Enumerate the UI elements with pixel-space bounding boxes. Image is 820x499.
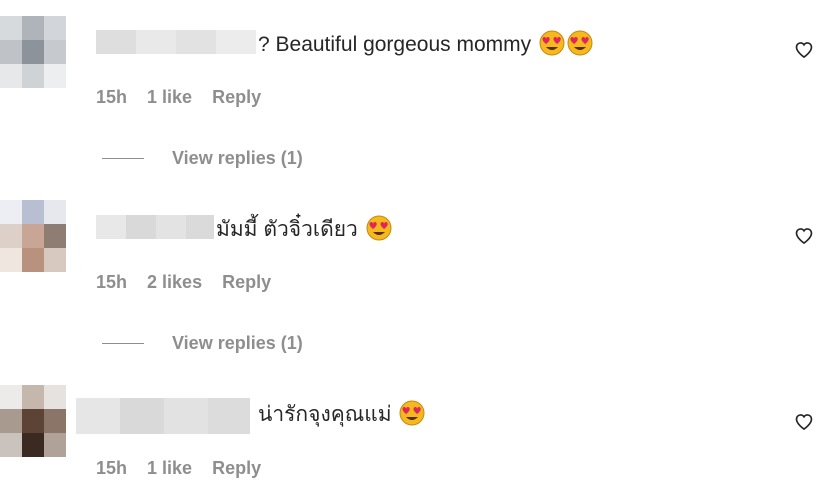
- timestamp[interactable]: 15h: [96, 458, 127, 479]
- avatar[interactable]: [0, 385, 66, 457]
- heart-outline-icon[interactable]: [794, 226, 814, 246]
- username-blurred[interactable]: [76, 398, 250, 434]
- like-count[interactable]: 1 like: [147, 458, 192, 479]
- avatar[interactable]: [0, 200, 66, 272]
- divider-line: [102, 343, 144, 344]
- comment-text: มัมมี้ ตัวจิ๋วเดียว: [216, 215, 392, 243]
- avatar[interactable]: [0, 16, 66, 88]
- comment-meta: 15h 2 likes Reply: [96, 272, 271, 293]
- reply-button[interactable]: Reply: [222, 272, 271, 293]
- view-replies-button[interactable]: View replies (1): [102, 148, 303, 169]
- reply-button[interactable]: Reply: [212, 87, 261, 108]
- heart-eyes-emoji: [366, 215, 392, 241]
- username-blurred[interactable]: [96, 215, 214, 239]
- timestamp[interactable]: 15h: [96, 272, 127, 293]
- heart-eyes-emoji: [399, 400, 425, 426]
- timestamp[interactable]: 15h: [96, 87, 127, 108]
- view-replies-button[interactable]: View replies (1): [102, 333, 303, 354]
- like-count[interactable]: 1 like: [147, 87, 192, 108]
- comment-body: ? Beautiful gorgeous mommy: [258, 33, 532, 56]
- comment-meta: 15h 1 like Reply: [96, 458, 261, 479]
- heart-eyes-emoji: [539, 30, 565, 56]
- view-replies-label: View replies (1): [172, 148, 303, 168]
- heart-eyes-emoji: [567, 30, 593, 56]
- like-count[interactable]: 2 likes: [147, 272, 202, 293]
- comment-body: มัมมี้ ตัวจิ๋วเดียว: [216, 218, 358, 241]
- comment-meta: 15h 1 like Reply: [96, 87, 261, 108]
- divider-line: [102, 158, 144, 159]
- reply-button[interactable]: Reply: [212, 458, 261, 479]
- comment-text: ? Beautiful gorgeous mommy: [258, 30, 593, 58]
- heart-outline-icon[interactable]: [794, 40, 814, 60]
- comment-text: น่ารักจุงคุณแม่: [258, 400, 425, 428]
- view-replies-label: View replies (1): [172, 333, 303, 353]
- username-blurred[interactable]: [96, 30, 256, 54]
- heart-outline-icon[interactable]: [794, 412, 814, 432]
- comment-body: น่ารักจุงคุณแม่: [258, 403, 392, 426]
